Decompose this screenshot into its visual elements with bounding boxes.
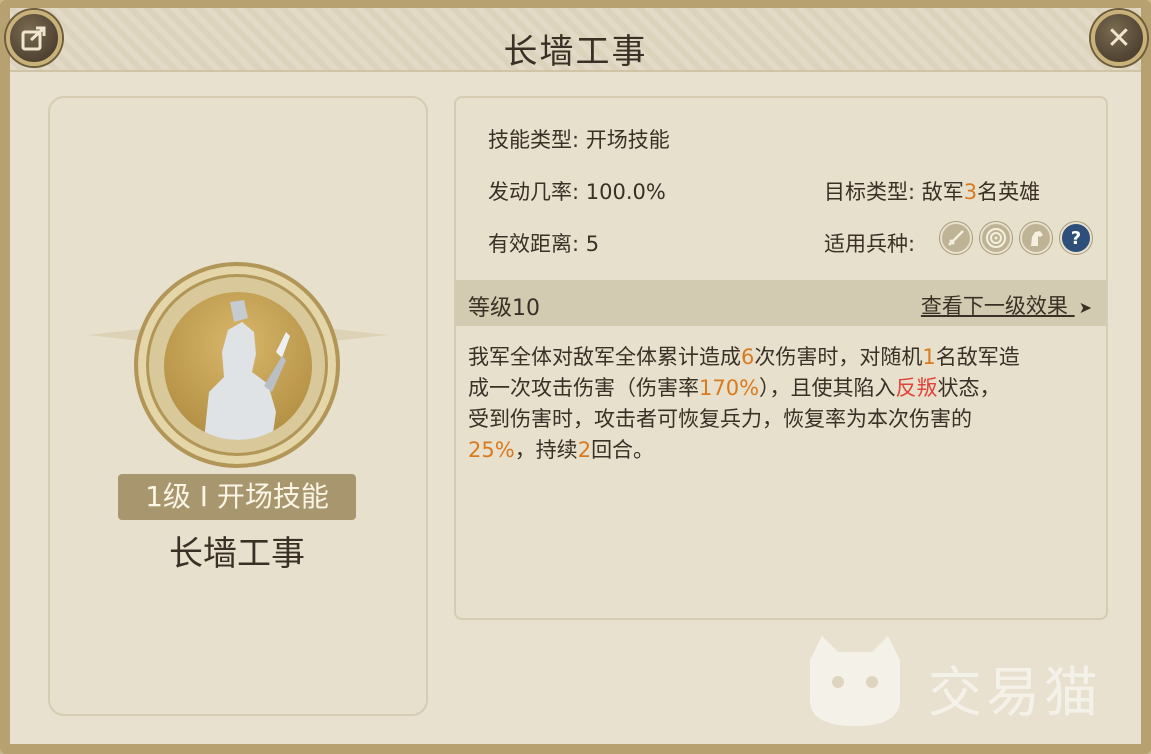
- desc-text: ），且使其陷入: [759, 376, 896, 400]
- share-button[interactable]: [6, 10, 62, 66]
- desc-text: 受到伤害时，攻击者可恢复兵力，恢复率为本次伤害的: [468, 407, 972, 431]
- desc-text: 次伤害时，对随机: [754, 345, 923, 369]
- desc-text: 名敌军造: [935, 345, 1020, 369]
- description-line: 受到伤害时，攻击者可恢复兵力，恢复率为本次伤害的: [468, 404, 1094, 435]
- desc-text: 回合。: [591, 438, 655, 462]
- share-icon: [21, 26, 46, 51]
- rebellion-status-highlight: 反叛: [895, 376, 938, 400]
- target-type: 目标类型: 敌军3名英雄: [824, 176, 1040, 206]
- cat-logo-icon: [810, 636, 900, 726]
- trigger-rate: 发动几率: 100.0%: [488, 180, 666, 204]
- sword-icon[interactable]: [940, 222, 972, 254]
- question-icon[interactable]: ?: [1060, 222, 1092, 254]
- desc-text: 状态，: [937, 376, 1001, 400]
- desc-text: ，持续: [514, 438, 578, 462]
- close-icon: ✕: [1106, 20, 1132, 56]
- description-line: 我军全体对敌军全体累计造成6次伤害时，对随机1名敌军造: [468, 342, 1094, 373]
- page-title: 长墙工事: [503, 32, 648, 72]
- target-type-suffix: 名英雄: [977, 180, 1041, 204]
- effective-range: 有效距离: 5: [488, 232, 600, 256]
- skill-name: 长墙工事: [169, 534, 305, 574]
- troop-type-label: 适用兵种:: [824, 232, 916, 256]
- skill-portrait: [164, 292, 312, 440]
- skill-level-bar: 等级10 查看下一级效果 ➤: [456, 280, 1106, 326]
- desc-highlight: 1: [922, 345, 936, 369]
- target-icon[interactable]: [980, 222, 1012, 254]
- target-count: 3: [963, 180, 978, 204]
- horse-icon[interactable]: [1020, 222, 1052, 254]
- target-type-prefix: 目标类型: 敌军: [824, 180, 964, 204]
- watermark: 交易猫: [800, 630, 1130, 730]
- desc-highlight: 2: [577, 438, 592, 462]
- next-level-effect-link[interactable]: 查看下一级效果 ➤: [921, 290, 1092, 320]
- desc-text: 我军全体对敌军全体累计造成: [468, 345, 741, 369]
- skill-description: 我军全体对敌军全体累计造成6次伤害时，对随机1名敌军造 成一次攻击伤害（伤害率1…: [468, 342, 1094, 466]
- desc-text: 成一次攻击伤害（伤害率: [468, 376, 699, 400]
- description-line: 25%，持续2回合。: [468, 435, 1094, 466]
- soldier-icon: [204, 300, 290, 440]
- skill-level: 等级10: [468, 296, 540, 321]
- desc-highlight: 6: [741, 345, 755, 369]
- close-button[interactable]: ✕: [1091, 10, 1147, 66]
- desc-highlight: 170%: [699, 376, 760, 400]
- skill-level-tag: 1级 I 开场技能: [118, 474, 356, 520]
- next-level-effect-label: 查看下一级效果: [920, 294, 1068, 318]
- watermark-text: 交易猫: [928, 661, 1102, 724]
- desc-highlight: 25%: [468, 438, 515, 462]
- description-line: 成一次攻击伤害（伤害率170%），且使其陷入反叛状态，: [468, 373, 1094, 404]
- dialog-header: 长墙工事: [10, 8, 1141, 72]
- arrow-right-icon: ➤: [1078, 298, 1092, 317]
- skill-type: 技能类型: 开场技能: [488, 128, 670, 152]
